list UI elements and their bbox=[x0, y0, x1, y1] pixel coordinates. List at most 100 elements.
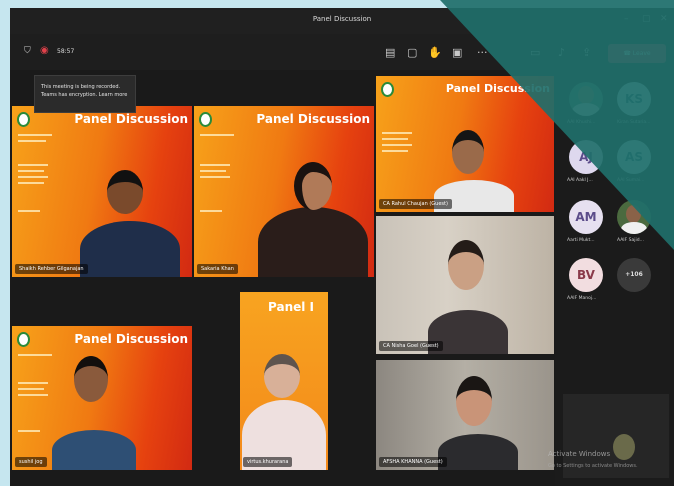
leave-label: Leave bbox=[632, 50, 651, 57]
video-tile-7[interactable]: AFSHA KHANNA (Guest) bbox=[376, 360, 554, 470]
slide-title: Panel I bbox=[268, 300, 315, 314]
video-tile-1[interactable]: Panel Discussion Shaikh Rehber Gilganaja… bbox=[12, 106, 192, 277]
roster-name: Kiran Sutaria... bbox=[617, 120, 651, 125]
minimize-icon[interactable]: – bbox=[624, 14, 629, 24]
slide-title: Panel Discussion bbox=[445, 82, 550, 95]
person-head bbox=[626, 205, 641, 223]
slide-text-line bbox=[382, 138, 408, 140]
slide-text-line bbox=[200, 134, 234, 136]
participant-photo[interactable] bbox=[617, 200, 651, 234]
slide-text-line bbox=[200, 164, 230, 166]
slide-text-line bbox=[18, 182, 44, 184]
slide-text-line bbox=[18, 134, 52, 136]
shield-icon: ⛉ bbox=[24, 46, 31, 56]
roster-name: AAI Aakl J... bbox=[567, 178, 593, 183]
left-border bbox=[0, 0, 10, 486]
video-tile-4[interactable]: CA Nisha Goel (Guest) bbox=[376, 216, 554, 354]
title-bar: Panel Discussion – ▢ ✕ bbox=[10, 8, 674, 34]
app-root: Panel Discussion – ▢ ✕ ⛉ ◉ 58:57 ▤ ▢ ✋ ▣… bbox=[0, 0, 674, 486]
roster-name: Aarti Mukt... bbox=[567, 238, 595, 243]
slide-text-line bbox=[382, 132, 412, 134]
share-icon[interactable]: ⇪ bbox=[582, 46, 591, 59]
close-icon[interactable]: ✕ bbox=[660, 14, 668, 24]
participant-name: Sakaria Khan bbox=[197, 264, 238, 274]
slide-text-line bbox=[18, 354, 52, 356]
avatar-initials[interactable]: AS bbox=[617, 140, 651, 174]
college-logo-icon bbox=[381, 82, 394, 97]
rooms-icon[interactable]: ▣ bbox=[452, 46, 462, 59]
slide-text-line bbox=[18, 170, 44, 172]
maximize-icon[interactable]: ▢ bbox=[642, 14, 651, 24]
person-head bbox=[74, 356, 108, 402]
record-icon: ◉ bbox=[40, 45, 49, 56]
person-body bbox=[572, 103, 600, 116]
leave-button[interactable]: ☎ Leave bbox=[608, 44, 666, 63]
slide-title: Panel Discussion bbox=[74, 112, 188, 126]
avatar-initials[interactable]: KS bbox=[617, 82, 651, 116]
slide-title: Panel Discussion bbox=[256, 112, 370, 126]
participant-name: CA Rahul Chaujan (Guest) bbox=[379, 199, 452, 209]
slide-text-line bbox=[200, 170, 226, 172]
college-logo-icon bbox=[199, 112, 212, 127]
participant-name: virtus.khurarana bbox=[243, 457, 293, 467]
avatar-initials[interactable]: AM bbox=[569, 200, 603, 234]
participant-name: Shaikh Rehber Gilganajan bbox=[15, 264, 88, 274]
person-body bbox=[80, 221, 180, 277]
college-logo-icon bbox=[17, 112, 30, 127]
video-stage: Panel Discussion Shaikh Rehber Gilganaja… bbox=[10, 70, 555, 486]
person-body bbox=[258, 207, 368, 277]
person-head bbox=[448, 240, 484, 290]
person-head bbox=[452, 130, 484, 174]
slide-text-line bbox=[200, 210, 222, 212]
meeting-toolbar: ⛉ ◉ 58:57 ▤ ▢ ✋ ▣ ··· ▭ ♪ ⇪ ☎ Leave bbox=[10, 34, 674, 70]
roster-name: AAIF Sajid... bbox=[617, 238, 644, 243]
slide-text-line bbox=[18, 176, 48, 178]
slide-text-line bbox=[382, 144, 412, 146]
slide-text-line bbox=[18, 210, 40, 212]
roster-name: AAIF Manoj... bbox=[567, 296, 597, 301]
slide-text-line bbox=[18, 430, 40, 432]
slide-text-line bbox=[18, 394, 48, 396]
meeting-timer: 58:57 bbox=[57, 48, 75, 55]
participant-name: sushil jog bbox=[15, 457, 47, 467]
camera-icon[interactable]: ▭ bbox=[530, 46, 540, 59]
slide-text-line bbox=[18, 388, 44, 390]
slide-text-line bbox=[18, 140, 46, 142]
activate-windows-title: Activate Windows bbox=[548, 450, 611, 458]
chat-icon[interactable]: ▢ bbox=[407, 46, 417, 59]
person-head bbox=[578, 86, 594, 104]
activate-windows-subtitle: Go to Settings to activate Windows. bbox=[548, 463, 638, 469]
person-head bbox=[107, 170, 143, 214]
raise-hand-icon[interactable]: ✋ bbox=[428, 46, 442, 59]
college-logo-icon bbox=[17, 332, 30, 347]
more-participants-button[interactable]: +106 bbox=[617, 258, 651, 292]
roster-name: AAI Sumai... bbox=[617, 178, 645, 183]
video-tile-3[interactable]: Panel Discussion CA Rahul Chaujan (Guest… bbox=[376, 76, 554, 212]
slide-text-line bbox=[200, 176, 230, 178]
video-tile-5[interactable]: Panel Discussion sushil jog bbox=[12, 326, 192, 470]
video-tile-6[interactable]: Panel I virtus.khurarana bbox=[240, 292, 328, 470]
person-head bbox=[613, 434, 635, 460]
person-head bbox=[264, 354, 300, 398]
people-icon[interactable]: ▤ bbox=[385, 46, 395, 59]
person-head bbox=[456, 376, 492, 426]
slide-text-line bbox=[18, 382, 48, 384]
person-body bbox=[438, 434, 518, 470]
slide-title: Panel Discussion bbox=[74, 332, 188, 346]
more-actions-icon[interactable]: ··· bbox=[477, 46, 488, 59]
mic-icon[interactable]: ♪ bbox=[558, 46, 565, 59]
teams-window: Panel Discussion – ▢ ✕ ⛉ ◉ 58:57 ▤ ▢ ✋ ▣… bbox=[10, 8, 674, 486]
person-body bbox=[52, 430, 136, 470]
person-body bbox=[621, 222, 647, 234]
person-head bbox=[294, 162, 332, 210]
slide-text-line bbox=[382, 150, 408, 152]
window-title: Panel Discussion bbox=[312, 15, 372, 23]
avatar-initials[interactable]: AJ bbox=[569, 140, 603, 174]
slide-text-line bbox=[18, 164, 48, 166]
avatar-initials[interactable]: BV bbox=[569, 258, 603, 292]
participant-photo[interactable] bbox=[569, 82, 603, 116]
video-tile-2[interactable]: Panel Discussion Sakaria Khan bbox=[194, 106, 374, 277]
roster-name: AAI Khushi... bbox=[567, 120, 596, 125]
participant-name: AFSHA KHANNA (Guest) bbox=[379, 457, 447, 467]
participants-panel: AAI Khushi... KS Kiran Sutaria... AJ AAI… bbox=[555, 70, 674, 486]
